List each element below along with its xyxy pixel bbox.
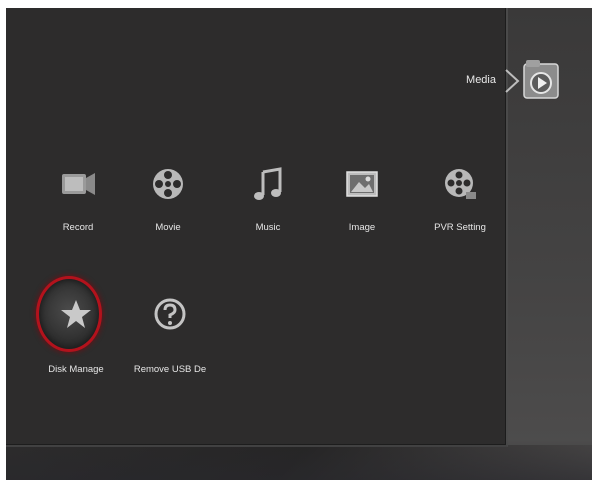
menu-item-label: PVR Setting	[434, 222, 486, 233]
menu-item-label: Disk Manage	[48, 364, 104, 375]
media-folder-icon	[523, 60, 559, 99]
menu-item-label: Image	[348, 222, 376, 233]
tv-screen: Media Record Movie Music Image PVR Setti…	[6, 8, 592, 480]
section-title: Media	[466, 74, 496, 86]
menu-item-label: Record	[62, 222, 94, 233]
star-icon	[61, 300, 91, 328]
menu-item-movie[interactable]: Movie	[128, 164, 208, 254]
menu-item-label: Remove USB De	[133, 364, 207, 375]
menu-item-pvr-setting[interactable]: PVR Setting	[420, 164, 500, 254]
menu-item-disk-manage[interactable]: Disk Manage	[36, 294, 116, 384]
help-icon	[154, 298, 186, 330]
reel-settings-icon	[445, 169, 476, 199]
menu-item-label: Movie	[155, 222, 181, 233]
chevron-right-icon	[505, 69, 520, 93]
film-reel-icon	[153, 169, 183, 199]
menu-item-image[interactable]: Image	[322, 164, 402, 254]
menu-item-remove-usb[interactable]: Remove USB De	[130, 294, 210, 384]
menu-item-label: Music	[255, 222, 281, 233]
camera-icon	[62, 173, 95, 195]
picture-icon	[346, 171, 378, 197]
music-note-icon	[254, 167, 282, 200]
menu-item-record[interactable]: Record	[38, 164, 118, 254]
menu-item-music[interactable]: Music	[228, 164, 308, 254]
